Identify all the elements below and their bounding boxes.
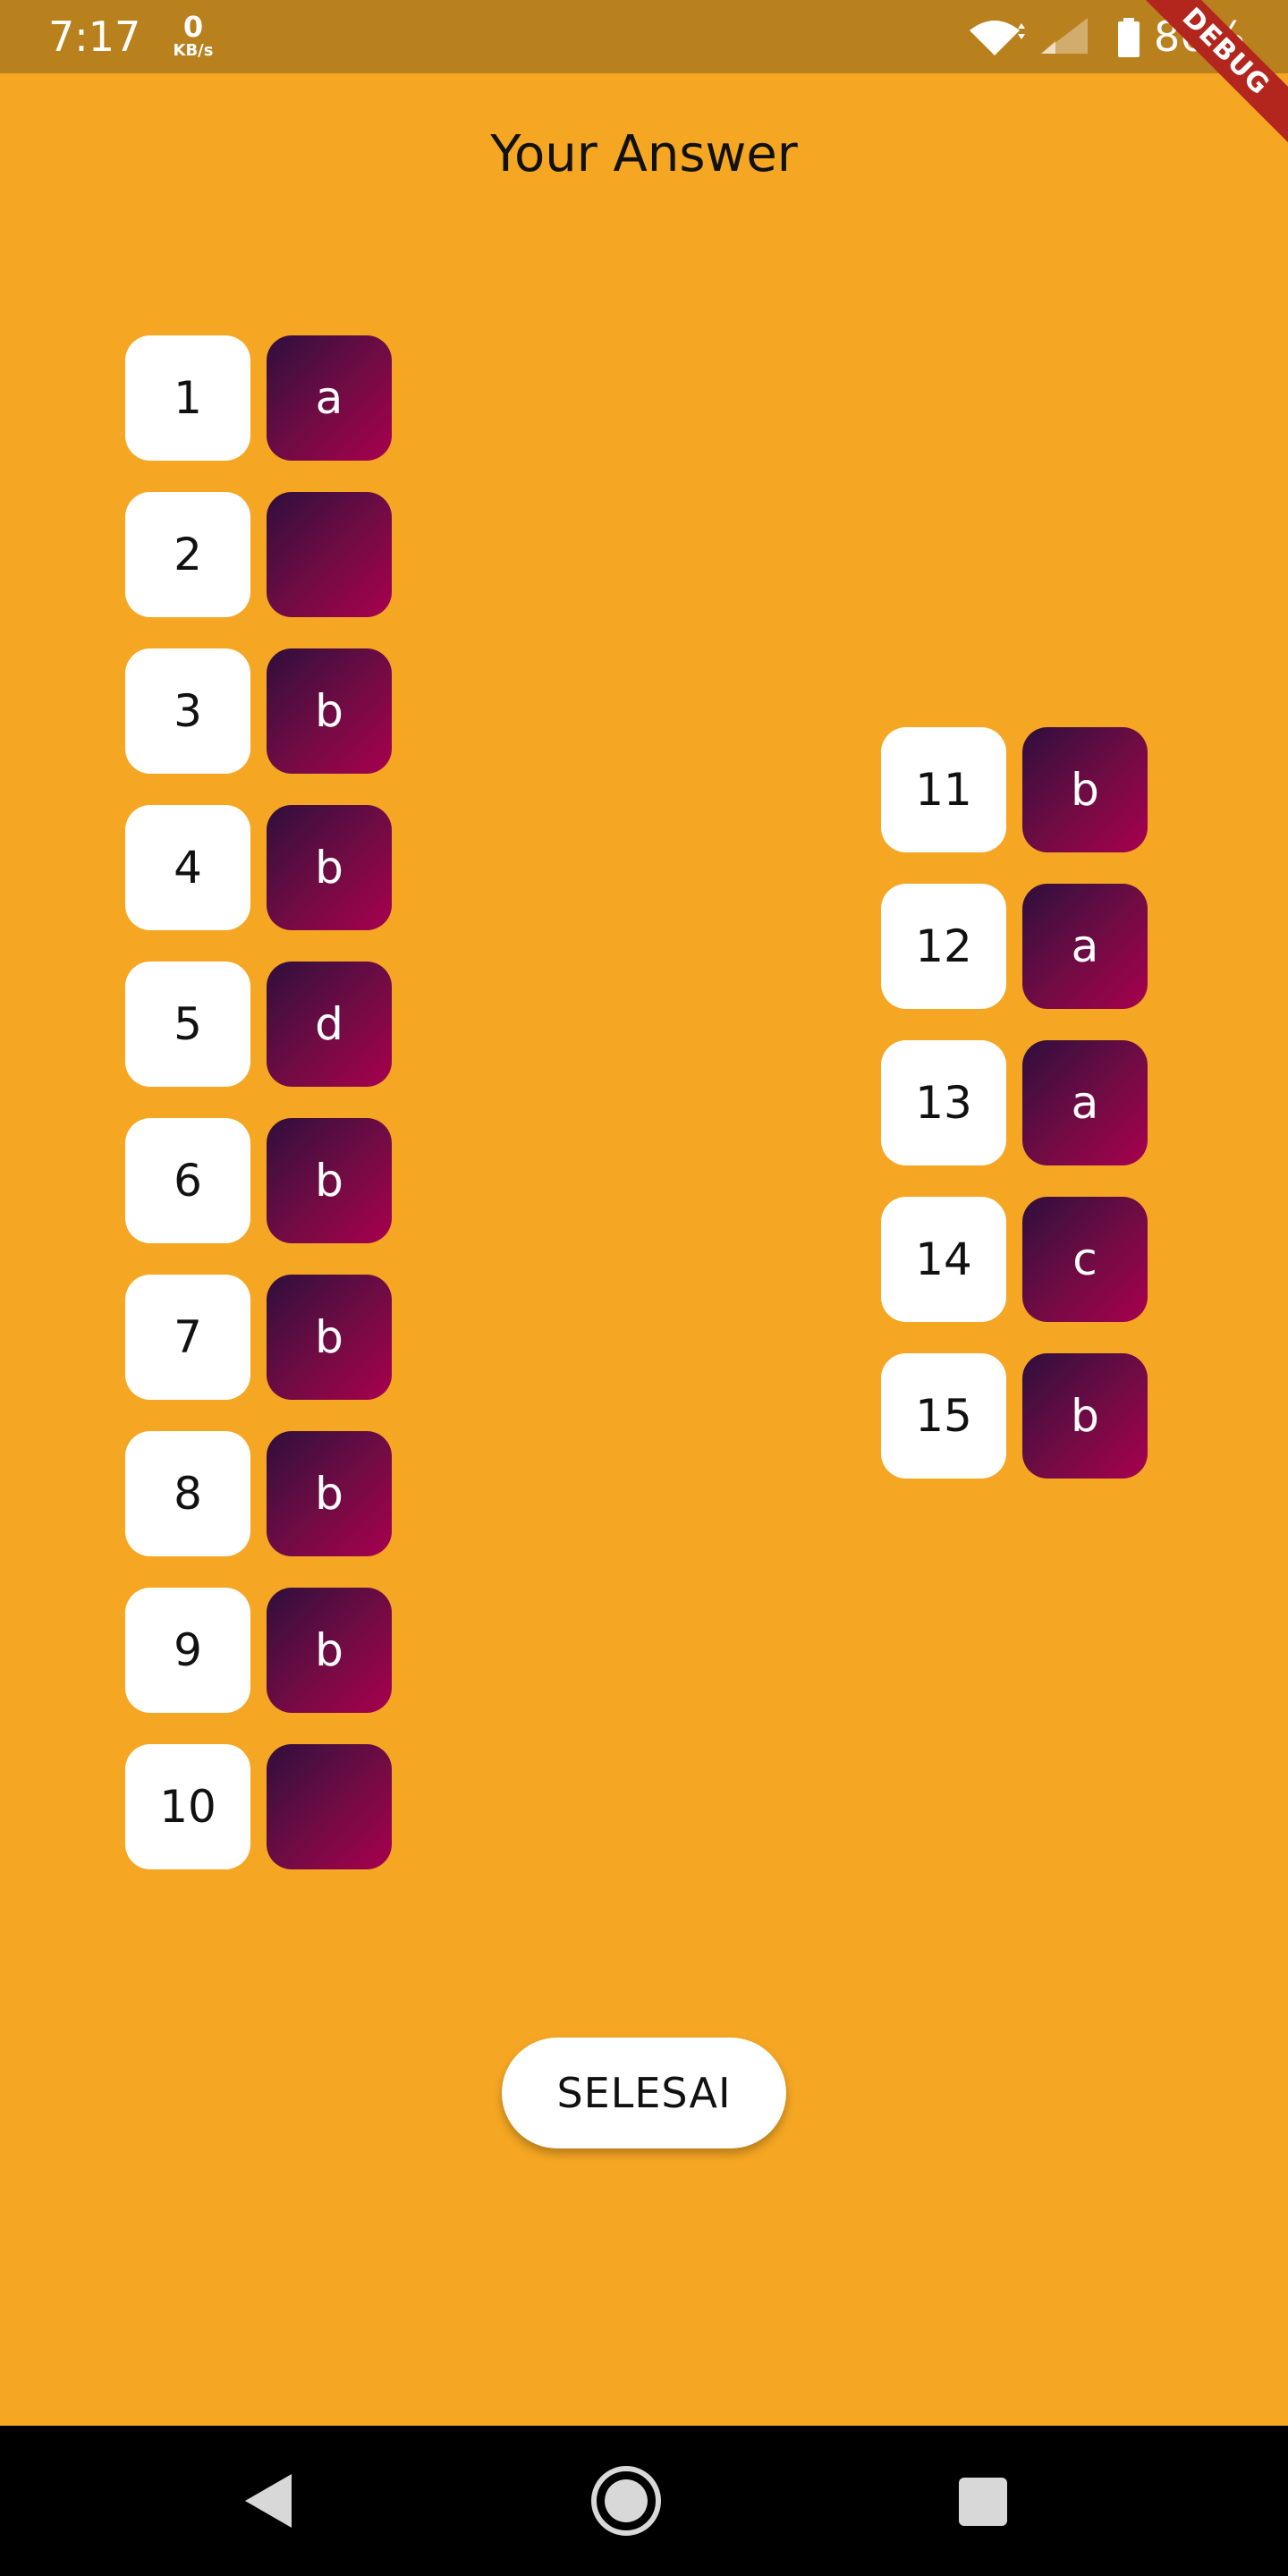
answer-choice[interactable]: a [267, 335, 392, 461]
answers-left-column: 1 a 2 3 b 4 b 5 d 6 b 7 b 8 b 9 b 10 [125, 335, 392, 1869]
status-bar: 7:17 0 KB/s 86% DEBUG [0, 0, 1288, 148]
network-speed-value: 0 [182, 10, 204, 44]
answer-row: 9 b [125, 1588, 392, 1713]
question-number[interactable]: 1 [125, 335, 250, 461]
answer-choice[interactable]: b [267, 1431, 392, 1556]
answer-choice[interactable]: b [267, 1275, 392, 1400]
answer-row: 2 [125, 492, 392, 617]
answer-row: 5 d [125, 962, 392, 1087]
finish-button[interactable]: SELESAI [502, 2038, 786, 2148]
battery-icon [1116, 18, 1141, 61]
question-number[interactable]: 3 [125, 648, 250, 774]
question-number[interactable]: 9 [125, 1588, 250, 1713]
question-number[interactable]: 4 [125, 805, 250, 930]
answer-choice[interactable]: b [267, 648, 392, 774]
question-number[interactable]: 6 [125, 1118, 250, 1243]
signal-icon [1038, 16, 1091, 59]
answer-row: 15 b [881, 1353, 1148, 1479]
question-number[interactable]: 14 [881, 1197, 1006, 1322]
question-number[interactable]: 11 [881, 727, 1006, 852]
answer-choice[interactable]: a [1022, 884, 1148, 1009]
system-nav-bar [0, 2426, 1288, 2576]
question-number[interactable]: 2 [125, 492, 250, 617]
answer-row: 7 b [125, 1275, 392, 1400]
answer-choice[interactable]: b [267, 805, 392, 930]
answer-choice[interactable]: c [1022, 1197, 1148, 1322]
answer-choice[interactable] [267, 492, 392, 617]
network-speed-unit: KB/s [173, 41, 214, 60]
wifi-icon [966, 18, 1029, 61]
answer-choice[interactable] [267, 1744, 392, 1869]
question-number[interactable]: 12 [881, 884, 1006, 1009]
answer-choice[interactable]: b [1022, 727, 1148, 852]
answer-row: 1 a [125, 335, 392, 461]
answer-row: 8 b [125, 1431, 392, 1556]
answer-row: 4 b [125, 805, 392, 930]
status-time: 7:17 [48, 13, 141, 61]
answer-choice[interactable]: a [1022, 1040, 1148, 1165]
answer-choice[interactable]: b [267, 1588, 392, 1713]
answer-choice[interactable]: b [1022, 1353, 1148, 1479]
answer-row: 14 c [881, 1197, 1148, 1322]
question-number[interactable]: 10 [125, 1744, 250, 1869]
answer-row: 11 b [881, 727, 1148, 852]
answer-row: 3 b [125, 648, 392, 774]
question-number[interactable]: 8 [125, 1431, 250, 1556]
recents-icon[interactable] [959, 2478, 1007, 2526]
answer-row: 13 a [881, 1040, 1148, 1165]
answer-choice[interactable]: d [267, 962, 392, 1087]
page-title: Your Answer [490, 125, 798, 183]
question-number[interactable]: 13 [881, 1040, 1006, 1165]
answer-row: 12 a [881, 884, 1148, 1009]
answers-right-column: 11 b 12 a 13 a 14 c 15 b [881, 727, 1148, 1479]
answer-choice[interactable]: b [267, 1118, 392, 1243]
question-number[interactable]: 7 [125, 1275, 250, 1400]
answer-row: 6 b [125, 1118, 392, 1243]
home-icon[interactable] [590, 2465, 662, 2540]
question-number[interactable]: 15 [881, 1353, 1006, 1479]
back-icon[interactable] [242, 2472, 295, 2533]
question-number[interactable]: 5 [125, 962, 250, 1087]
answer-row: 10 [125, 1744, 392, 1869]
network-speed: 0 KB/s [168, 13, 218, 59]
